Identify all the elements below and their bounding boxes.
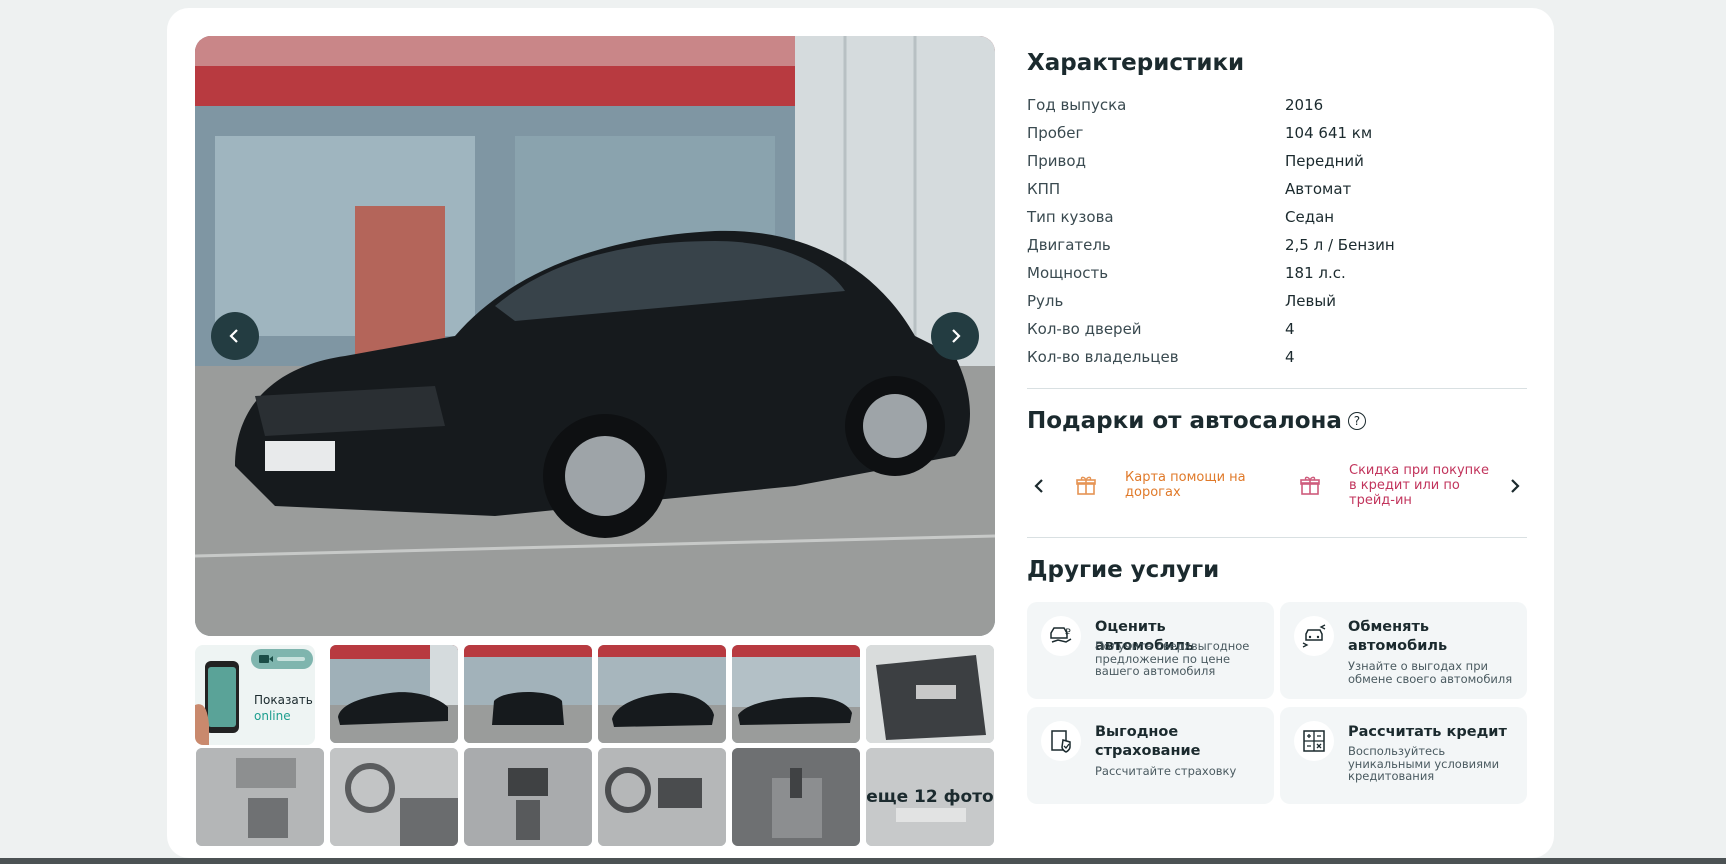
car-valuation-icon: ₽ xyxy=(1041,616,1081,656)
spec-value: Автомат xyxy=(1285,180,1352,198)
thumbnail[interactable] xyxy=(464,645,592,743)
specs-title: Характеристики xyxy=(1027,50,1245,76)
gallery-next-button[interactable] xyxy=(931,312,979,360)
gifts-prev-button[interactable] xyxy=(1029,474,1049,498)
gallery-prev-button[interactable] xyxy=(211,312,259,360)
spec-key: КПП xyxy=(1027,180,1061,198)
service-desc: Получите сверхвыгодное предложение по це… xyxy=(1095,639,1250,678)
spec-key: Пробег xyxy=(1027,124,1084,142)
thumbnail[interactable] xyxy=(196,748,324,846)
divider xyxy=(1027,388,1527,389)
service-desc: Воспользуйтесь уникальными условиями кре… xyxy=(1348,744,1500,783)
spec-key: Двигатель xyxy=(1027,236,1111,254)
spec-row: Руль Левый xyxy=(1027,292,1507,320)
spec-value: 2,5 л / Бензин xyxy=(1285,236,1395,254)
spec-value: Седан xyxy=(1285,208,1335,226)
gift-icon xyxy=(1063,462,1109,508)
service-title: Выгодное страхование xyxy=(1095,724,1201,759)
spec-row: Тип кузова Седан xyxy=(1027,208,1507,236)
gifts-next-button[interactable] xyxy=(1505,474,1525,498)
thumbnail[interactable] xyxy=(598,645,726,743)
thumbnail[interactable] xyxy=(598,748,726,846)
spec-row: Кол-во дверей 4 xyxy=(1027,320,1507,348)
show-online-label: Показать xyxy=(254,693,313,707)
bottom-bar xyxy=(0,858,1726,864)
spec-value: 181 л.с. xyxy=(1285,264,1346,282)
thumbnail[interactable] xyxy=(464,748,592,846)
car-exchange-icon xyxy=(1294,616,1334,656)
chevron-right-icon xyxy=(1511,479,1520,493)
spec-row: Двигатель 2,5 л / Бензин xyxy=(1027,236,1507,264)
spec-row: Кол-во владельцев 4 xyxy=(1027,348,1507,376)
thumbnail[interactable] xyxy=(732,645,860,743)
service-card-credit[interactable]: Рассчитать кредит Воспользуйтесь уникаль… xyxy=(1280,707,1527,804)
gift-text: Карта помощи на дорогах xyxy=(1125,470,1246,500)
gifts-title: Подарки от автосалона xyxy=(1027,408,1342,434)
spec-value: Левый xyxy=(1285,292,1336,310)
spec-key: Привод xyxy=(1027,152,1086,170)
spec-value: Передний xyxy=(1285,152,1364,170)
spec-value: 4 xyxy=(1285,348,1295,366)
thumbnail[interactable] xyxy=(732,748,860,846)
thumbnail[interactable] xyxy=(330,645,458,743)
spec-key: Мощность xyxy=(1027,264,1109,282)
spec-value: 4 xyxy=(1285,320,1295,338)
spec-key: Кол-во владельцев xyxy=(1027,348,1179,366)
spec-key: Руль xyxy=(1027,292,1064,310)
service-card-insurance[interactable]: Выгодное страхование Рассчитайте страхов… xyxy=(1027,707,1274,804)
phone-icon xyxy=(195,661,239,745)
show-online-accent: online xyxy=(254,709,291,723)
svg-text:₽: ₽ xyxy=(1065,628,1071,638)
help-icon[interactable]: ? xyxy=(1347,412,1366,430)
chevron-left-icon xyxy=(1034,479,1043,493)
service-card-exchange[interactable]: Обменять автомобиль Узнайте о выгодах пр… xyxy=(1280,602,1527,699)
insurance-shield-icon xyxy=(1041,721,1081,761)
spec-key: Тип кузова xyxy=(1027,208,1114,226)
service-title: Обменять автомобиль xyxy=(1348,619,1448,654)
chevron-left-icon xyxy=(229,329,238,343)
spec-key: Год выпуска xyxy=(1027,96,1127,114)
spec-row: Мощность 181 л.с. xyxy=(1027,264,1507,292)
spec-row: Пробег 104 641 км xyxy=(1027,124,1507,152)
show-online-button[interactable]: Показать online xyxy=(195,645,315,745)
spec-row: Год выпуска 2016 xyxy=(1027,96,1507,124)
gift-card-discount[interactable]: Скидка при покупке в кредит или по трейд… xyxy=(1279,453,1499,517)
service-card-valuation[interactable]: ₽ Оценить автомобиль Получите сверхвыгод… xyxy=(1027,602,1274,699)
spec-key: Кол-во дверей xyxy=(1027,320,1142,338)
spec-row: Привод Передний xyxy=(1027,152,1507,180)
chevron-right-icon xyxy=(952,329,961,343)
spec-value: 104 641 км xyxy=(1285,124,1373,142)
thumbnail[interactable] xyxy=(866,645,994,743)
gifts-header: Подарки от автосалона ? xyxy=(1027,408,1366,434)
more-photos-tile[interactable]: еще 12 фото xyxy=(866,748,994,846)
gift-text: Скидка при покупке в кредит или по трейд… xyxy=(1349,462,1489,508)
main-car-photo[interactable] xyxy=(195,36,995,636)
spec-value: 2016 xyxy=(1285,96,1324,114)
service-title: Рассчитать кредит xyxy=(1348,724,1507,740)
more-photos-label: еще 12 фото xyxy=(866,787,994,807)
services-title: Другие услуги xyxy=(1027,557,1220,583)
video-badge xyxy=(251,649,313,669)
service-desc: Узнайте о выгодах при обмене своего авто… xyxy=(1348,659,1513,686)
spec-row: КПП Автомат xyxy=(1027,180,1507,208)
gift-icon xyxy=(1287,462,1333,508)
gift-card-roadside[interactable]: Карта помощи на дорогах xyxy=(1055,453,1275,517)
thumbnail[interactable] xyxy=(330,748,458,846)
service-desc: Рассчитайте страховку xyxy=(1095,764,1237,778)
calculator-icon xyxy=(1294,721,1334,761)
divider xyxy=(1027,537,1527,538)
